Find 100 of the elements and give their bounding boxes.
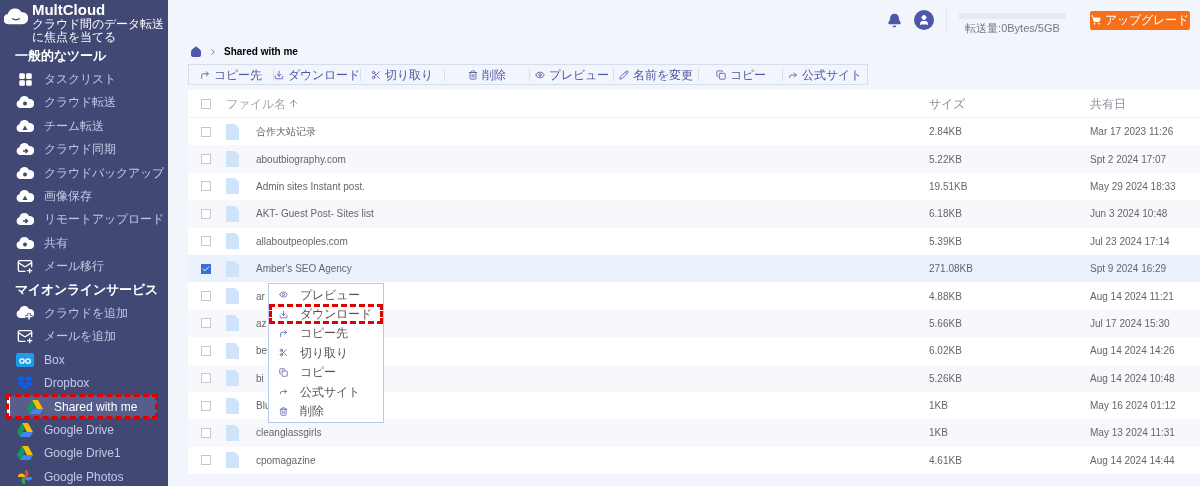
sidebar-item[interactable]: リモートアップロード: [0, 207, 168, 232]
file-icon: [226, 178, 239, 195]
cloud-icon: [16, 142, 34, 157]
toolbar-button[interactable]: ダウンロード: [273, 65, 360, 84]
file-name: cpomagazine: [256, 453, 316, 468]
file-icon: [226, 260, 239, 277]
row-checkbox[interactable]: [201, 126, 211, 137]
row-checkbox[interactable]: [201, 373, 211, 384]
column-header[interactable]: サイズ: [929, 94, 1090, 113]
avatar-button[interactable]: [914, 10, 934, 30]
sidebar-item[interactable]: 共有: [0, 231, 168, 255]
forward-arrow-icon: [279, 328, 288, 338]
cloud-icon: [16, 118, 34, 133]
row-checkbox[interactable]: [201, 428, 211, 438]
shared-date: Mar 17 2023 11:26: [1090, 125, 1175, 140]
menu-item[interactable]: 削除: [269, 401, 383, 421]
table-row[interactable]: AKT- Guest Post- Sites list 6.18KB Jun 3 2024 10:48: [188, 200, 1200, 228]
sort-arrow-icon[interactable]: [288, 98, 299, 109]
file-icon: [226, 315, 239, 332]
file-icon: [226, 288, 239, 305]
table-row[interactable]: aboutbiography.com 5.22KB Spt 2 2024 17:07: [188, 145, 1200, 173]
sidebar-item[interactable]: Dropbox: [0, 371, 168, 395]
usage-text: 転送量:0Bytes/5GB: [965, 21, 1060, 34]
shared-date: Jul 17 2024 15:30: [1090, 316, 1171, 331]
sidebar-item[interactable]: Box: [0, 348, 168, 372]
sidebar-item[interactable]: チーム転送: [0, 114, 168, 138]
sidebar-item[interactable]: クラウドを追加: [0, 301, 168, 325]
menu-item[interactable]: コピー: [269, 362, 383, 382]
mail-add-icon: [17, 328, 33, 345]
file-size: 6.18KB: [929, 207, 963, 222]
file-size: 5.22KB: [929, 152, 963, 167]
row-checkbox[interactable]: [201, 181, 211, 192]
sidebar-item[interactable]: メール移行: [0, 254, 168, 278]
row-checkbox[interactable]: [201, 455, 211, 466]
row-checkbox[interactable]: [201, 400, 211, 411]
file-icon: [226, 397, 239, 414]
home-icon[interactable]: [190, 45, 202, 58]
drive-icon: [17, 422, 33, 437]
row-checkbox[interactable]: [201, 345, 211, 356]
sidebar-item[interactable]: クラウド転送: [0, 90, 168, 115]
shared-date: Aug 14 2024 14:44: [1090, 453, 1176, 468]
shared-date: May 29 2024 18:33: [1090, 179, 1177, 194]
sidebar-item[interactable]: Shared with me: [7, 394, 157, 419]
box-logo-icon: [16, 352, 34, 367]
table-row[interactable]: cleanglassgirls 1KB May 13 2024 11:31: [188, 419, 1200, 447]
menu-item[interactable]: 切り取り: [269, 343, 383, 363]
row-checkbox[interactable]: [201, 291, 211, 302]
trash-icon: [279, 406, 288, 416]
row-checkbox[interactable]: [201, 318, 211, 329]
sidebar-item[interactable]: Google Photos: [0, 465, 168, 486]
menu-item[interactable]: プレビュー: [269, 285, 383, 305]
sidebar-item[interactable]: メールを追加: [0, 324, 168, 349]
pencil-icon: [619, 69, 630, 80]
toolbar-button[interactable]: コピー先: [189, 65, 273, 84]
file-size: 271.08KB: [929, 262, 974, 277]
sidebar-item[interactable]: Google Drive: [0, 418, 168, 442]
row-checkbox[interactable]: [201, 263, 211, 274]
file-size: 5.39KB: [929, 234, 963, 249]
shared-date: Jul 23 2024 17:14: [1090, 234, 1171, 249]
file-icon: [226, 370, 239, 387]
toolbar-button[interactable]: 公式サイト: [783, 65, 868, 84]
sidebar-item[interactable]: 画像保存: [0, 184, 168, 208]
file-size: 4.88KB: [929, 289, 963, 304]
sidebar-item[interactable]: Google Drive1: [0, 441, 168, 466]
sidebar-item[interactable]: タスクリスト: [0, 67, 168, 91]
file-size: 5.26KB: [929, 371, 963, 386]
file-size: 1KB: [929, 426, 949, 441]
drive-icon: [17, 446, 33, 461]
row-checkbox[interactable]: [201, 208, 211, 219]
shared-date: Jun 3 2024 10:48: [1090, 207, 1169, 222]
cloud-add-icon: [16, 306, 34, 320]
file-size: 19.51KB: [929, 179, 969, 194]
column-header[interactable]: 共有日: [1090, 94, 1200, 113]
select-all-checkbox[interactable]: [201, 98, 211, 109]
file-icon: [226, 233, 239, 250]
brand-name: MultCloud: [31, 2, 107, 18]
table-row[interactable]: Amber's SEO Agency 271.08KB Spt 9 2024 16:29: [188, 254, 1200, 283]
sidebar-item[interactable]: クラウド同期: [0, 137, 168, 161]
copy-icon: [279, 367, 288, 377]
toolbar-button[interactable]: コピー: [698, 65, 783, 84]
toolbar-button[interactable]: 名前を変更: [614, 65, 698, 84]
sidebar-item[interactable]: クラウドバックアップ: [0, 160, 168, 185]
copy-icon: [715, 69, 726, 80]
row-checkbox[interactable]: [201, 236, 211, 247]
file-size: 2.84KB: [929, 125, 963, 140]
scissors-icon: [279, 348, 288, 358]
shared-date: May 16 2024 01:12: [1090, 399, 1177, 414]
row-checkbox[interactable]: [201, 154, 211, 165]
eye-icon: [279, 290, 288, 300]
toolbar-button[interactable]: プレビュー: [529, 65, 614, 84]
grid-icon: [17, 71, 33, 87]
chevron-icon: [208, 46, 218, 57]
toolbar-button[interactable]: 切り取り: [360, 65, 445, 84]
file-name: be: [256, 344, 268, 359]
toolbar-button[interactable]: 削除: [445, 65, 529, 84]
download-icon: [273, 69, 284, 80]
brand-tagline: クラウド間のデータ転送に焦点を当てる: [31, 18, 165, 44]
cloud-icon: [16, 189, 34, 204]
notification-bell-icon[interactable]: [887, 12, 902, 28]
shared-date: Aug 14 2024 14:26: [1090, 344, 1176, 359]
